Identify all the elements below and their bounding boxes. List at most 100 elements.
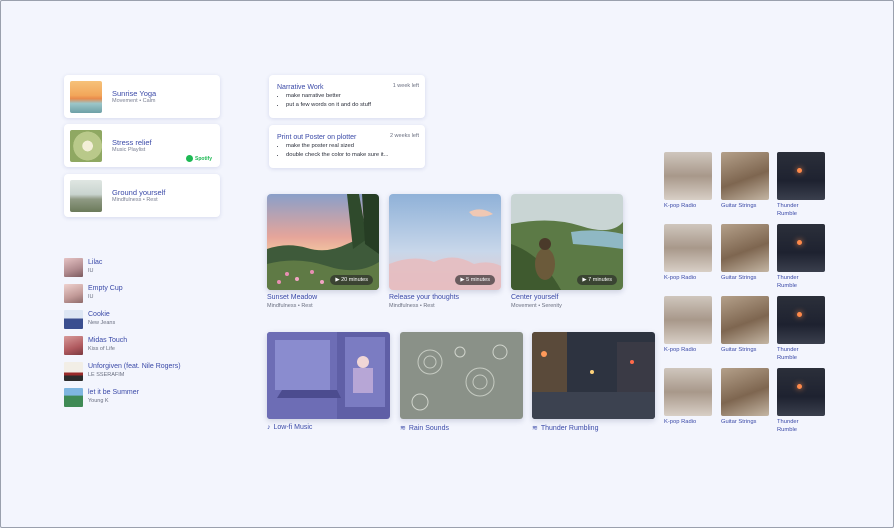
- radio-tile-label: Guitar Strings: [721, 275, 757, 281]
- radio-tile-label: K-pop Radio: [664, 419, 697, 425]
- song-item-lilac[interactable]: Lilac IU: [64, 258, 214, 278]
- song-item-midas-touch[interactable]: Midas Touch Kiss of Life: [64, 336, 214, 356]
- task-card-print-poster[interactable]: Print out Poster on plotter 2 weeks left…: [269, 125, 425, 168]
- mix-card-low-fi[interactable]: [267, 332, 390, 419]
- tile-light: [797, 168, 802, 173]
- music-note-icon: ♪: [267, 424, 271, 431]
- session-card-release-thoughts[interactable]: ▶ 5 minutes: [389, 194, 501, 290]
- radio-tile-label: K-pop Radio: [664, 347, 697, 353]
- song-item-let-it-be-summer[interactable]: let it be Summer Young K: [64, 388, 214, 408]
- task-item: make the poster real sized: [286, 142, 388, 151]
- tile-light: [797, 312, 802, 317]
- song-title: Unforgiven (feat. Nile Rogers): [88, 363, 181, 370]
- sound-wave-icon: ≋: [532, 425, 538, 432]
- song-artist: IU: [88, 268, 94, 274]
- song-title: Cookie: [88, 311, 110, 318]
- task-item: make narrative better: [286, 92, 371, 101]
- task-items: make narrative better put a few words on…: [279, 92, 371, 109]
- spotify-label: Spotify: [195, 155, 212, 162]
- radio-tile-thunder-rumble[interactable]: [777, 224, 825, 272]
- mix-card-rain-sounds[interactable]: [400, 332, 523, 419]
- radio-tile-label: Thunder Rumble: [777, 419, 799, 433]
- mix-label-rain-sounds: ≋ Rain Sounds: [400, 424, 449, 433]
- playlist-card-sunrise-yoga[interactable]: Sunrise Yoga Movement • Calm: [64, 75, 220, 118]
- task-due: 2 weeks left: [389, 133, 419, 139]
- task-item: put a few words on it and do stuff: [286, 101, 371, 110]
- radio-tile-thunder-rumble[interactable]: [777, 368, 825, 416]
- playlist-thumbnail: [70, 180, 102, 212]
- mix-image-low-fi: [267, 332, 390, 419]
- radio-tile-label: Thunder Rumble: [777, 275, 799, 289]
- radio-tile-guitar-strings[interactable]: [721, 224, 769, 272]
- task-due: 1 week left: [392, 83, 419, 89]
- radio-tile-label: Guitar Strings: [721, 203, 757, 209]
- tile-light: [797, 240, 802, 245]
- sound-wave-icon: ≋: [400, 425, 406, 432]
- playlist-card-ground-yourself[interactable]: Ground yourself Mindfulness • Rest: [64, 174, 220, 217]
- mix-title: Low-fi Music: [273, 424, 313, 431]
- task-items: make the poster real sized double check …: [279, 142, 388, 159]
- playlist-subtitle: Mindfulness • Rest: [112, 197, 158, 203]
- session-subtitle: Movement • Serenity: [511, 303, 562, 309]
- album-art: [64, 362, 83, 381]
- radio-tile-label: Guitar Strings: [721, 419, 757, 425]
- session-title: Release your thoughts: [389, 294, 460, 301]
- radio-tile-thunder-rumble[interactable]: [777, 152, 825, 200]
- mix-title: Thunder Rumbling: [540, 424, 599, 432]
- radio-tile-k-pop-radio[interactable]: [664, 368, 712, 416]
- song-title: Empty Cup: [88, 285, 123, 292]
- playlist-subtitle: Music Playlist: [112, 147, 146, 153]
- radio-tile-guitar-strings[interactable]: [721, 296, 769, 344]
- duration-badge: ▶ 7 minutes: [577, 275, 617, 285]
- duration-badge: ▶ 20 minutes: [330, 275, 373, 285]
- album-art: [64, 258, 83, 277]
- song-title: let it be Summer: [88, 389, 139, 396]
- session-title: Sunset Meadow: [267, 294, 318, 301]
- session-title: Center yourself: [511, 294, 559, 301]
- album-art: [64, 310, 83, 329]
- radio-tile-label: K-pop Radio: [664, 203, 697, 209]
- playlist-subtitle: Movement • Calm: [112, 98, 156, 104]
- song-title: Midas Touch: [88, 337, 128, 344]
- session-card-center-yourself[interactable]: ▶ 7 minutes: [511, 194, 623, 290]
- spotify-badge: Spotify: [186, 155, 212, 162]
- playlist-thumbnail: [70, 81, 102, 113]
- song-artist: Young K: [88, 398, 109, 404]
- radio-tile-k-pop-radio[interactable]: [664, 224, 712, 272]
- radio-tile-guitar-strings[interactable]: [721, 152, 769, 200]
- song-item-cookie[interactable]: Cookie New Jeans: [64, 310, 214, 330]
- song-artist: IU: [88, 294, 94, 300]
- session-card-sunset-meadow[interactable]: ▶ 20 minutes: [267, 194, 379, 290]
- mix-title: Rain Sounds: [408, 424, 449, 432]
- mix-image-thunder-rumbling: [532, 332, 655, 419]
- task-card-narrative-work[interactable]: Narrative Work 1 week left make narrativ…: [269, 75, 425, 118]
- duration-badge: ▶ 5 minutes: [455, 275, 495, 285]
- album-art: [64, 388, 83, 407]
- task-title: Narrative Work: [277, 84, 324, 91]
- song-artist: LE SSERAFIM: [88, 372, 125, 378]
- radio-tile-k-pop-radio[interactable]: [664, 152, 712, 200]
- task-title: Print out Poster on plotter: [277, 134, 357, 141]
- tile-light: [797, 384, 802, 389]
- mix-image-rain-sounds: [400, 332, 523, 419]
- mix-label-thunder-rumbling: ≋ Thunder Rumbling: [532, 424, 599, 433]
- radio-tile-label: Guitar Strings: [721, 347, 757, 353]
- song-artist: New Jeans: [88, 320, 116, 326]
- spotify-icon: [186, 155, 194, 162]
- playlist-card-stress-relief[interactable]: Stress relief Music Playlist Spotify: [64, 124, 220, 167]
- radio-tile-guitar-strings[interactable]: [721, 368, 769, 416]
- mix-card-thunder-rumbling[interactable]: [532, 332, 655, 419]
- song-item-empty-cup[interactable]: Empty Cup IU: [64, 284, 214, 304]
- album-art: [64, 284, 83, 303]
- song-item-unforgiven[interactable]: Unforgiven (feat. Nile Rogers) LE SSERAF…: [64, 362, 214, 382]
- radio-tile-k-pop-radio[interactable]: [664, 296, 712, 344]
- playlist-title: Ground yourself: [112, 188, 166, 197]
- playlist-thumbnail: [70, 130, 102, 162]
- radio-tile-thunder-rumble[interactable]: [777, 296, 825, 344]
- task-item: double check the color to make sure it..…: [286, 151, 388, 160]
- song-title: Lilac: [88, 259, 103, 266]
- session-subtitle: Mindfulness • Rest: [389, 303, 435, 309]
- session-subtitle: Mindfulness • Rest: [267, 303, 313, 309]
- song-artist: Kiss of Life: [88, 346, 115, 352]
- radio-tile-label: Thunder Rumble: [777, 347, 799, 361]
